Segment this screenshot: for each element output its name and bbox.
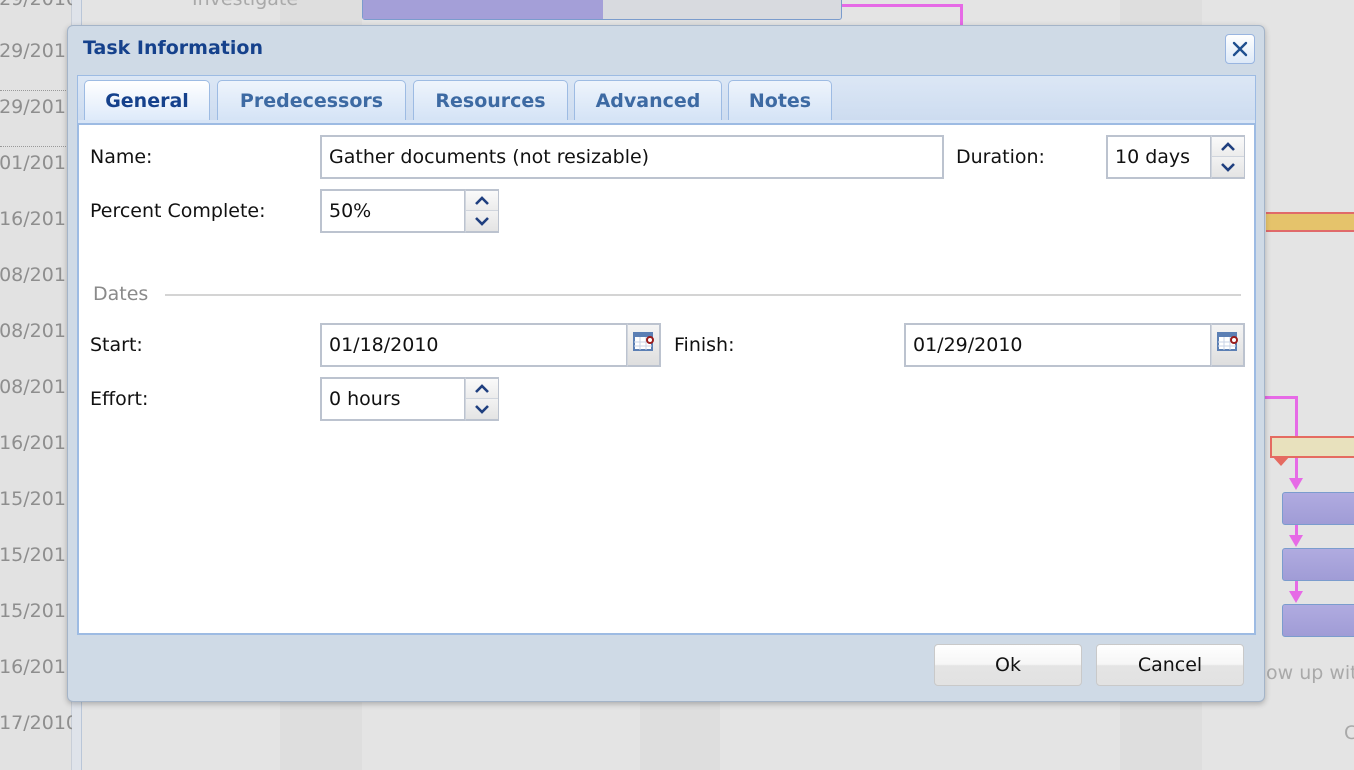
start-label: Start:	[90, 334, 143, 356]
calendar-icon	[632, 332, 654, 351]
task-bar[interactable]	[1282, 492, 1354, 525]
task-bar[interactable]	[362, 0, 842, 20]
dates-legend: Dates	[93, 283, 149, 305]
dependency-line	[842, 4, 963, 7]
chevron-down-icon	[475, 405, 489, 414]
date-cell: 08/2010	[0, 264, 72, 286]
tab-notes[interactable]: Notes	[728, 80, 832, 121]
task-bar[interactable]	[1282, 604, 1354, 637]
chevron-up-icon	[475, 195, 489, 205]
decrement-button[interactable]	[466, 211, 498, 231]
effort-label: Effort:	[90, 388, 149, 410]
effort-input[interactable]: 0 hours	[320, 377, 466, 421]
chevron-down-icon	[1221, 163, 1235, 172]
tab-advanced[interactable]: Advanced	[574, 80, 722, 121]
summary-marker	[1272, 456, 1290, 466]
tab-strip: General Predecessors Resources Advanced …	[77, 75, 1256, 122]
chevron-up-icon	[1221, 141, 1235, 151]
date-cell: 08/2010	[0, 376, 72, 398]
dependency-line	[1264, 396, 1298, 399]
task-progress	[363, 0, 603, 19]
dependency-arrow	[1289, 478, 1303, 490]
date-cell: 16/2010	[0, 432, 72, 454]
increment-button[interactable]	[466, 379, 498, 399]
tab-resources[interactable]: Resources	[413, 80, 568, 121]
name-input[interactable]: Gather documents (not resizable)	[320, 135, 944, 179]
general-panel: Name: Gather documents (not resizable) D…	[77, 125, 1256, 635]
date-cell: 16/2010	[0, 656, 72, 678]
task-label: C	[1344, 722, 1354, 744]
dependency-line	[960, 4, 963, 26]
date-cell: 29/2010	[0, 40, 72, 62]
finish-date-picker-button[interactable]	[1211, 323, 1245, 367]
chevron-down-icon	[475, 217, 489, 226]
calendar-icon	[1216, 332, 1238, 351]
date-cell: 29/2010	[0, 0, 72, 16]
close-button[interactable]	[1225, 34, 1255, 64]
summary-bar[interactable]	[1266, 212, 1354, 232]
date-cell: 29/2010	[0, 96, 72, 118]
dates-divider	[165, 294, 1241, 296]
row-divider	[0, 90, 72, 91]
increment-button[interactable]	[1212, 137, 1244, 157]
decrement-button[interactable]	[1212, 157, 1244, 177]
effort-stepper[interactable]	[465, 377, 499, 421]
date-cell: 15/2010	[0, 488, 72, 510]
date-cell: 01/2010	[0, 152, 72, 174]
date-cell: 16/2010	[0, 208, 72, 230]
finish-label: Finish:	[674, 334, 735, 356]
date-cell: 17/2010	[0, 712, 72, 734]
date-cell: 15/2010	[0, 600, 72, 622]
duration-input[interactable]: 10 days	[1106, 135, 1212, 179]
date-cell: 15/2010	[0, 544, 72, 566]
percent-complete-label: Percent Complete:	[90, 200, 266, 222]
tab-predecessors[interactable]: Predecessors	[217, 80, 406, 121]
percent-complete-input[interactable]: 50%	[320, 189, 466, 233]
task-label: ow up wit	[1266, 662, 1354, 684]
duration-stepper[interactable]	[1211, 135, 1245, 179]
date-cell: 08/2010	[0, 320, 72, 342]
dependency-arrow	[1289, 535, 1303, 547]
ok-button[interactable]: Ok	[934, 644, 1082, 686]
start-date-input[interactable]: 01/18/2010	[320, 323, 628, 367]
cancel-button[interactable]: Cancel	[1096, 644, 1244, 686]
summary-bar[interactable]	[1270, 436, 1354, 458]
row-divider	[0, 146, 72, 147]
start-date-picker-button[interactable]	[627, 323, 661, 367]
task-information-dialog: Task Information General Predecessors Re…	[67, 25, 1265, 702]
task-label: Investigate	[192, 0, 298, 10]
close-icon	[1232, 41, 1248, 57]
duration-label: Duration:	[956, 146, 1045, 168]
decrement-button[interactable]	[466, 399, 498, 419]
chevron-up-icon	[475, 383, 489, 393]
name-label: Name:	[90, 146, 153, 168]
dialog-title: Task Information	[83, 37, 263, 59]
tab-general[interactable]: General	[84, 80, 210, 122]
percent-complete-stepper[interactable]	[465, 189, 499, 233]
dependency-arrow	[1289, 591, 1303, 603]
finish-date-input[interactable]: 01/29/2010	[904, 323, 1212, 367]
increment-button[interactable]	[466, 191, 498, 211]
task-bar[interactable]	[1282, 548, 1354, 581]
